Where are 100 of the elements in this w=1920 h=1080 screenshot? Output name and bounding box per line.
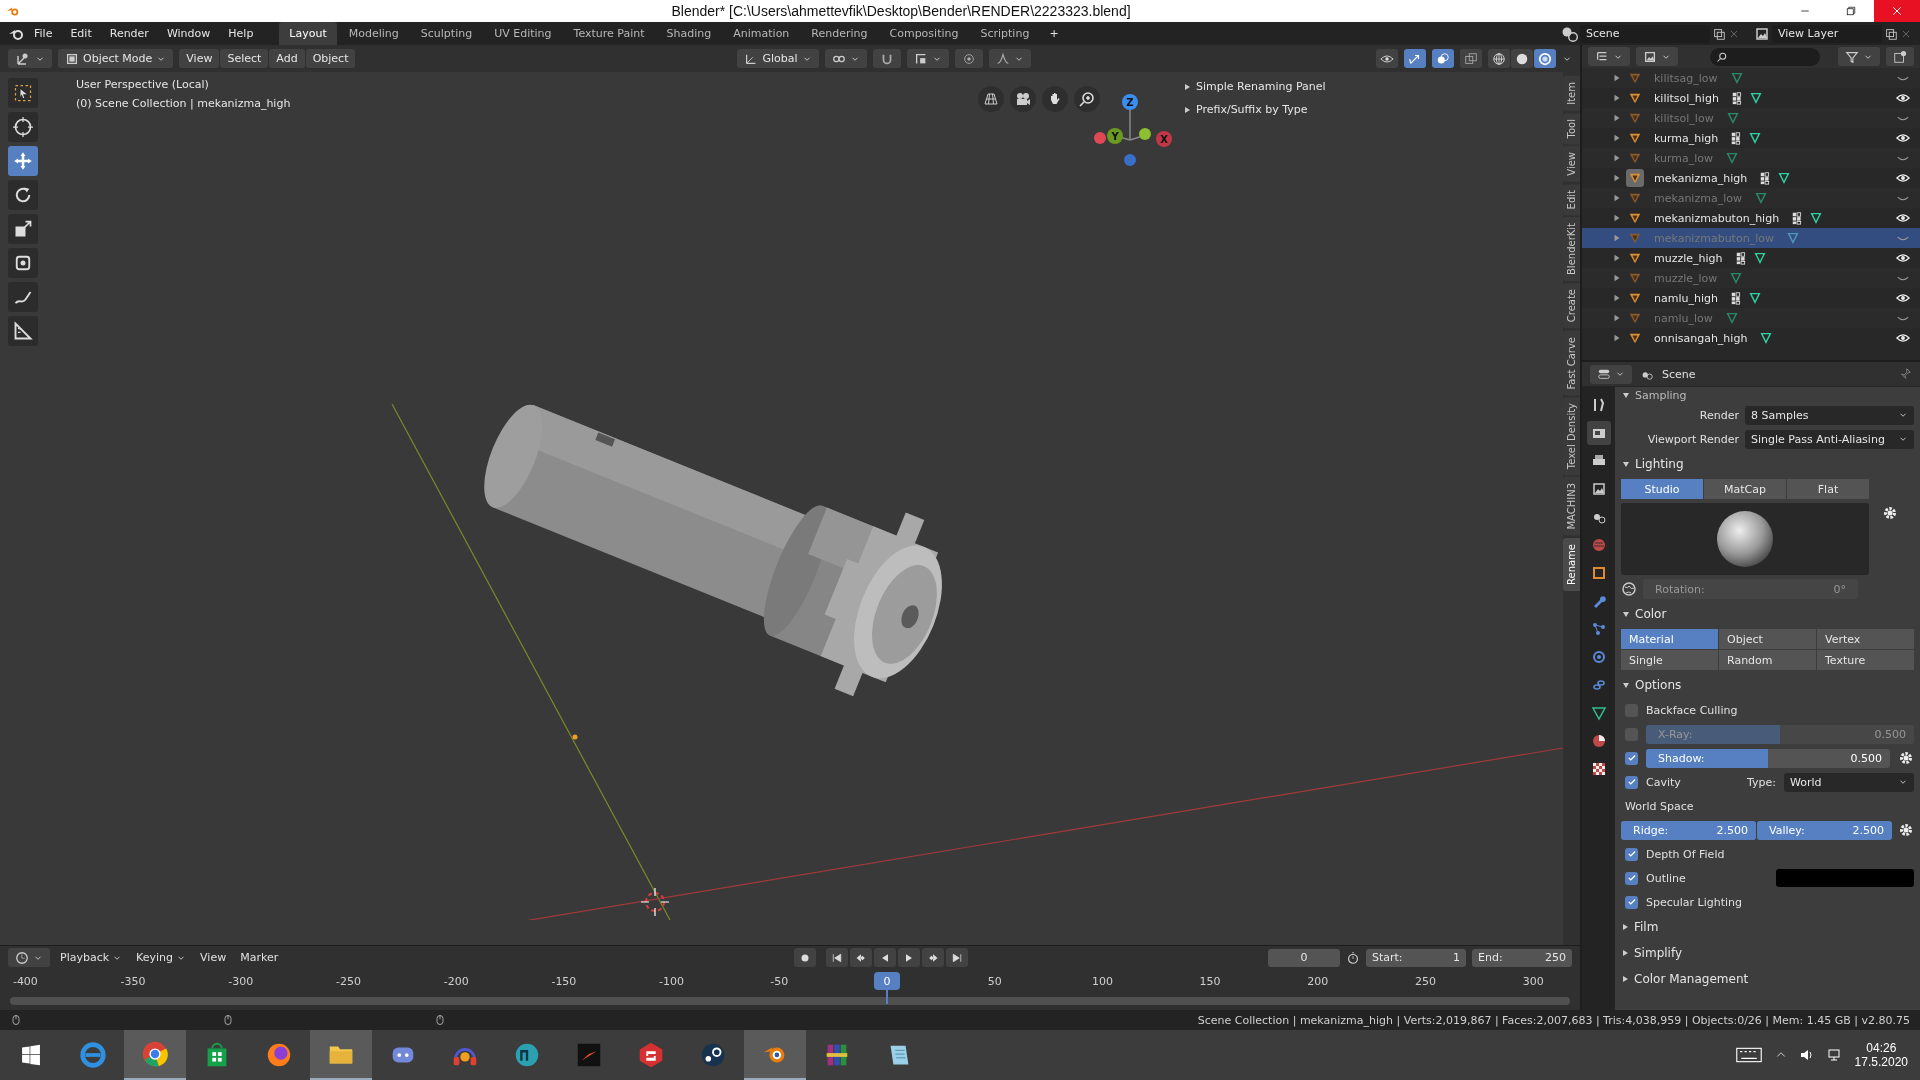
sidebar-tab[interactable]: Texel Density (1563, 397, 1580, 476)
clock-time[interactable]: 04:26 (1866, 1041, 1897, 1055)
workspace-tab[interactable]: Shading (656, 22, 722, 45)
outliner-row[interactable]: mekanizma_high (1582, 168, 1920, 188)
frame-field[interactable]: 0 (1268, 948, 1340, 967)
color-option[interactable]: Object (1719, 629, 1816, 649)
orientation-dropdown[interactable]: Global (737, 49, 819, 68)
view-layer-field[interactable]: View Layer (1772, 24, 1882, 43)
sidebar-tab[interactable]: Rename (1563, 537, 1580, 591)
frame-tick: -400 (11, 974, 39, 988)
section-header[interactable]: Lighting (1621, 453, 1914, 475)
checkbox-label: Backface Culling (1646, 703, 1738, 717)
workspace-tab[interactable]: Scripting (970, 22, 1040, 45)
section-header[interactable]: Color (1621, 603, 1914, 625)
current-frame-marker[interactable]: 0 (874, 972, 900, 990)
sidebar-tab[interactable]: Tool (1563, 112, 1580, 145)
frame-tick: 100 (1090, 974, 1114, 988)
timeline-menu[interactable]: Marker (236, 949, 283, 966)
color-option[interactable]: Texture (1817, 650, 1914, 670)
lighting-option[interactable]: Flat (1787, 479, 1869, 499)
y-axis-label[interactable]: Y (1107, 128, 1123, 144)
timeline-menu[interactable]: Playback (56, 949, 127, 966)
z-axis-label[interactable]: Z (1122, 94, 1138, 110)
status-text: Scene Collection | mekanizma_high | Verts:2,019,867 | Faces:2,007,683 | Tris:4,038,959 | Objects:0/26 | Mem: 1.45 GB | v2.80.75 (1197, 1013, 1910, 1027)
workspace-tab[interactable]: UV Editing (484, 22, 562, 45)
sidebar-tab[interactable]: Item (1563, 76, 1580, 111)
frame-tick: -200 (442, 974, 470, 988)
field-label: Render (1698, 408, 1739, 422)
color-option[interactable]: Vertex (1817, 629, 1914, 649)
outliner-row[interactable]: muzzle_high (1582, 248, 1920, 268)
menu-item[interactable]: Render (101, 24, 157, 43)
outliner-row[interactable]: kurma_high (1582, 128, 1920, 148)
color-option[interactable]: Random (1719, 650, 1816, 670)
header-menu[interactable]: Object (305, 49, 356, 68)
header-menu[interactable]: Add (269, 49, 305, 68)
color-option[interactable]: Single (1621, 650, 1718, 670)
sidebar-tab[interactable]: Fast Carve (1563, 330, 1580, 396)
mode-dropdown[interactable]: Object Mode (58, 49, 174, 68)
workspace-tab[interactable]: Sculpting (410, 22, 483, 45)
section-header[interactable]: Sampling (1621, 389, 1914, 401)
frame-tick: 50 (986, 974, 1003, 988)
sidebar-tab[interactable]: Create (1563, 283, 1580, 329)
color-option[interactable]: Material (1621, 629, 1718, 649)
menu-item[interactable]: Edit (62, 24, 100, 43)
workspace-tab[interactable]: Modeling (338, 22, 409, 45)
header-menu[interactable]: Select (220, 49, 269, 68)
dropdown[interactable]: 8 Samples (1745, 405, 1914, 425)
field-label: Viewport Render (1646, 432, 1739, 446)
workspace-tab[interactable]: Texture Paint (563, 22, 655, 45)
workspace-tab[interactable]: Layout (279, 22, 337, 45)
outliner-row[interactable]: namlu_high (1582, 288, 1920, 308)
frame-tick: -300 (227, 974, 255, 988)
start-frame-field[interactable]: Start: 1 (1366, 948, 1466, 967)
checkbox-label: Outline (1646, 871, 1686, 885)
menu-item[interactable]: Window (158, 24, 219, 43)
section-header[interactable]: Film (1621, 916, 1914, 938)
scene-field[interactable]: Scene (1580, 24, 1710, 43)
section-header[interactable]: Options (1621, 674, 1914, 696)
workspace-tab[interactable]: Rendering (801, 22, 878, 45)
clock-date[interactable]: 17.5.2020 (1854, 1055, 1908, 1069)
dropdown[interactable]: Single Pass Anti-Aliasing (1745, 429, 1914, 449)
dropdown[interactable]: World (1784, 772, 1914, 792)
outliner-row[interactable]: mekanizmabuton_high (1582, 208, 1920, 228)
frame-tick: 250 (1414, 974, 1437, 988)
timeline-menu[interactable]: View (196, 949, 231, 966)
outliner-row[interactable]: onnisangah_high (1582, 328, 1920, 348)
value-slider[interactable]: Shadow: 0.500 (1646, 748, 1890, 768)
frame-tick: -100 (658, 974, 686, 988)
value-slider[interactable]: Valley: 2.500 (1757, 820, 1892, 840)
lighting-option[interactable]: Studio (1621, 479, 1703, 499)
panel-header[interactable]: Prefix/Suffix by Type (1185, 101, 1326, 118)
section-header[interactable]: Color Management (1621, 968, 1914, 990)
add-workspace-button[interactable]: + (1041, 24, 1067, 43)
end-frame-field[interactable]: End: 250 (1472, 948, 1572, 967)
view-title: User Perspective (Local) (76, 78, 210, 91)
frame-tick: -350 (119, 974, 147, 988)
workspace-tab[interactable]: Animation (723, 22, 800, 45)
checkbox-label: Cavity (1646, 775, 1681, 789)
rotation-field[interactable]: Rotation: 0° (1643, 579, 1858, 599)
header-menu[interactable]: View (179, 49, 220, 68)
menu-item[interactable]: Help (220, 24, 262, 43)
context-title: Scene (1662, 367, 1696, 381)
panel-header[interactable]: Simple Renaming Panel (1185, 78, 1326, 95)
section-header[interactable]: Simplify (1621, 942, 1914, 964)
lighting-option[interactable]: MatCap (1704, 479, 1786, 499)
frame-tick: 150 (1198, 974, 1222, 988)
x-axis-label[interactable]: X (1156, 131, 1172, 147)
sidebar-tab[interactable]: BlenderKit (1563, 217, 1580, 282)
checkbox-label: Specular Lighting (1646, 895, 1743, 909)
timeline-menu[interactable]: Keying (132, 949, 191, 966)
sidebar-tab[interactable]: Edit (1563, 183, 1580, 216)
checkbox-label: Depth Of Field (1646, 847, 1725, 861)
workspace-tab[interactable]: Compositing (879, 22, 969, 45)
outliner-row[interactable]: kilitsol_high (1582, 88, 1920, 108)
sidebar-tab[interactable]: View (1563, 146, 1580, 182)
value-slider[interactable]: Ridge: 2.500 (1621, 820, 1756, 840)
subsection-label: World Space (1625, 799, 1694, 813)
menu-item[interactable]: File (26, 24, 61, 43)
window-title: Blender* [C:\Users\ahmettevfik\Desktop\Bender\RENDER\2223323.blend] (670, 3, 1132, 19)
sidebar-tab[interactable]: MACHIN3 (1563, 477, 1580, 536)
